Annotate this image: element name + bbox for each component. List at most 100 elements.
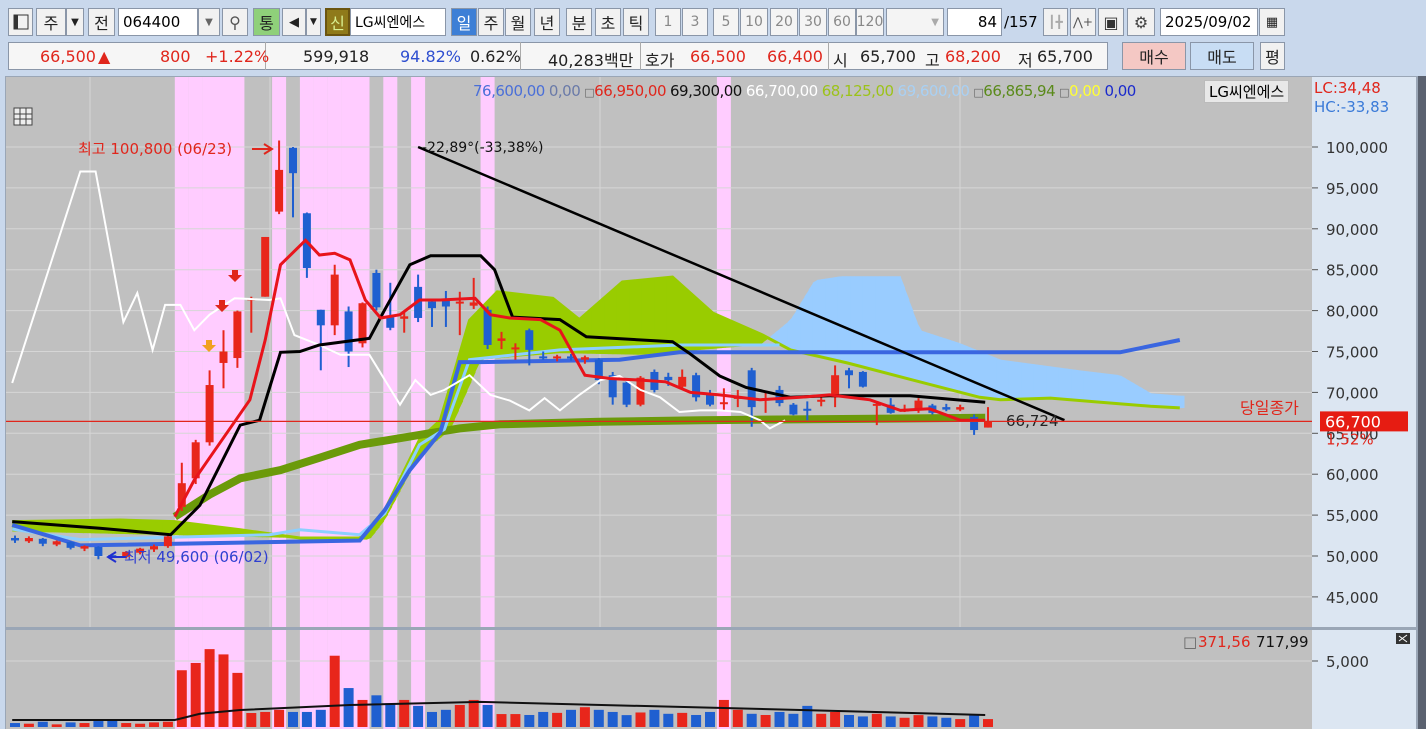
ichimoku-cloud [1063,368,1068,400]
volume-bar [705,711,715,727]
volume-bar [746,713,757,727]
ichimoku-cloud [837,276,843,362]
ichimoku-cloud [696,298,701,351]
volume-bar [913,715,924,727]
candle-body [80,546,89,549]
candle-body [428,301,436,309]
candle-body [163,536,172,547]
ichimoku-cloud [1108,373,1114,404]
candle-body [11,538,19,541]
scrollbar[interactable] [1418,76,1426,729]
candle-body [719,402,728,405]
y-tick-label: 90,000 [1326,221,1379,239]
volume-axis [1312,630,1416,729]
ichimoku-cloud [1167,394,1172,408]
volume-bar [468,699,479,727]
volume-bar [621,715,632,727]
candle-body [942,407,951,410]
ichimoku-cloud [716,314,722,349]
volume-bar [496,714,507,727]
ichimoku-cloud [887,276,893,375]
ichimoku-cloud [629,280,635,355]
ichimoku-cloud [1033,364,1039,399]
candle-body [275,169,284,212]
legend-marker-icon: □ [1183,633,1197,651]
volume-bar [983,719,993,727]
ichimoku-cloud [1083,370,1089,402]
y-tick-label: 70,000 [1326,384,1379,402]
ichimoku-cloud [879,276,885,373]
ichimoku-cloud [1075,369,1081,401]
ichimoku-cloud [541,297,547,355]
low-annotation: 최저 49,600 (06/02) [124,548,269,566]
ichimoku-cloud [1138,385,1143,406]
hc-value: HC:-33,83 [1314,98,1390,116]
grid-toggle-icon[interactable] [13,107,33,126]
ichimoku-cloud [871,276,876,371]
ichimoku-cloud [49,521,55,533]
volume-bar [371,695,382,727]
price-chart[interactable]: 100,000 95,000 90,000 85,000 80,000 75,000 70,… [0,0,1426,729]
candle-body [94,547,103,556]
candle-body [330,274,339,326]
candle-body [219,351,228,363]
ichimoku-cloud [988,354,993,399]
ichimoku-cloud [992,356,997,400]
ichimoku-cloud [792,310,797,352]
volume-bar [274,709,285,727]
ichimoku-cloud [1158,393,1164,408]
volume-bar [927,716,938,727]
volume-expand-icon[interactable] [1396,633,1410,644]
y-tick-label: 45,000 [1326,589,1379,607]
candle-body [24,538,33,542]
ichimoku-cloud [479,306,484,363]
ichimoku-cloud [725,318,730,348]
ichimoku-cloud [103,520,109,534]
ichimoku-cloud [1004,360,1010,400]
ichimoku-cloud [641,279,647,355]
ichimoku-cloud [558,302,564,354]
ichimoku-cloud [1092,371,1097,402]
ichimoku-cloud [691,294,697,351]
ichimoku-cloud [1054,366,1060,399]
ichimoku-cloud [975,349,981,398]
indicator-legend: 76,600,00 0,00 □66,950,00 69,300,00 66,700,0… [473,82,1140,100]
volume-bar [413,705,424,727]
ichimoku-cloud [908,299,914,381]
volume-bar [385,703,396,727]
ichimoku-cloud [892,276,897,376]
ichimoku-cloud [1146,390,1152,407]
volume-bar [802,705,813,727]
candle-body [511,347,520,350]
candle-body [261,236,270,297]
legend-value: 66,700,00 [745,82,818,100]
ichimoku-cloud [495,292,501,359]
volume-bar [79,723,90,727]
ichimoku-cloud [625,281,630,355]
ichimoku-cloud [1029,363,1035,399]
volume-bar [65,722,76,727]
legend-value: 0,00 [1069,82,1101,100]
candle-body [344,311,353,352]
ichimoku-cloud [833,276,839,361]
ichimoku-cloud [867,276,872,370]
ichimoku-cloud [1088,371,1093,402]
ichimoku-cloud [679,283,685,352]
ichimoku-cloud [1171,394,1177,408]
ichimoku-cloud [1071,369,1077,401]
ichimoku-cloud [1163,394,1168,408]
volume-bar [23,723,34,727]
candle-body [497,338,506,341]
volume-bar [579,707,590,727]
legend-marker-icon: □ [584,86,595,99]
ichimoku-cloud [912,310,918,382]
ichimoku-cloud [829,277,835,360]
ichimoku-cloud [983,352,989,399]
ichimoku-cloud [491,293,497,359]
ichimoku-cloud [637,280,643,355]
volume-bar [301,711,312,727]
candle-body [678,376,687,387]
volume-bar [93,721,104,727]
candle-body [386,317,395,328]
ichimoku-cloud [1125,378,1131,405]
